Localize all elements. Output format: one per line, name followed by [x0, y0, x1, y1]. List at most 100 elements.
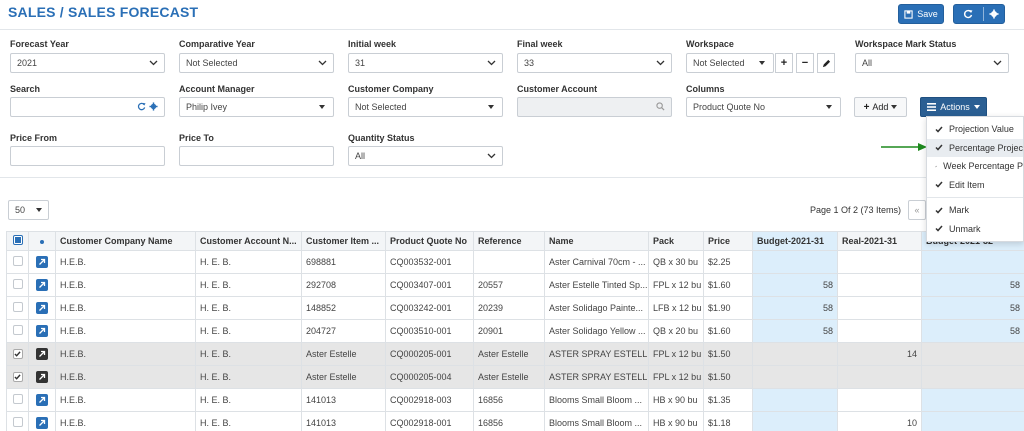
table-row[interactable]: H.E.B. H. E. B. Aster Estelle CQ000205-004 A…: [6, 365, 1024, 389]
final-week-select[interactable]: 33: [517, 53, 672, 73]
edit-row-button[interactable]: [36, 371, 48, 383]
row-select-cell[interactable]: [6, 388, 29, 412]
gear-icon[interactable]: [149, 101, 158, 113]
initial-week-select[interactable]: 31: [348, 53, 503, 73]
cell-real-31[interactable]: 10: [837, 411, 922, 431]
columns-select[interactable]: Product Quote No: [686, 97, 841, 117]
cell-real-31[interactable]: 14: [837, 342, 922, 366]
cell-budget-32[interactable]: [921, 388, 1024, 412]
edit-workspace-button[interactable]: [817, 53, 835, 73]
edit-row-button[interactable]: [36, 417, 48, 429]
row-select-cell[interactable]: [6, 319, 29, 343]
table-row[interactable]: H.E.B. H. E. B. 148852 CQ003242-001 20239 Ast…: [6, 296, 1024, 320]
cell-budget-32[interactable]: 58: [921, 319, 1024, 343]
header-reference[interactable]: Reference: [473, 231, 545, 251]
table-row[interactable]: H.E.B. H. E. B. 204727 CQ003510-001 20901 Ast…: [6, 319, 1024, 343]
cell-real-31[interactable]: [837, 319, 922, 343]
cell-budget-32[interactable]: 58: [921, 296, 1024, 320]
table-row[interactable]: H.E.B. H. E. B. 141013 CQ002918-003 16856 Blo…: [6, 388, 1024, 412]
menu-item-mark[interactable]: Mark: [927, 201, 1023, 220]
cell-budget-31[interactable]: 58: [752, 296, 838, 320]
menu-item-percentage-projection[interactable]: Percentage Projec: [927, 138, 1023, 157]
forecast-year-select[interactable]: 2021: [10, 53, 165, 73]
row-select-cell[interactable]: [6, 296, 29, 320]
row-select-cell[interactable]: [6, 411, 29, 431]
row-edit-cell[interactable]: [28, 296, 56, 320]
header-customer-account-name[interactable]: Customer Account N...: [195, 231, 302, 251]
menu-item-projection-value[interactable]: Projection Value: [927, 120, 1023, 139]
refresh-icon[interactable]: [137, 102, 146, 113]
header-name[interactable]: Name: [544, 231, 649, 251]
select-all-cell[interactable]: [6, 231, 29, 251]
edit-row-button[interactable]: [36, 394, 48, 406]
select-all-checkbox[interactable]: [12, 235, 23, 245]
cell-budget-31[interactable]: 58: [752, 273, 838, 297]
cell-budget-32[interactable]: [921, 365, 1024, 389]
row-checkbox[interactable]: [12, 372, 23, 382]
add-button[interactable]: + Add: [854, 97, 907, 117]
header-budget-2021-31[interactable]: Budget-2021-31: [752, 231, 838, 251]
remove-workspace-button[interactable]: −: [796, 53, 814, 73]
header-customer-company-name[interactable]: Customer Company Name: [55, 231, 196, 251]
cell-budget-31[interactable]: [752, 250, 838, 274]
cell-budget-31[interactable]: [752, 342, 838, 366]
cell-budget-31[interactable]: [752, 388, 838, 412]
save-button[interactable]: Save: [898, 4, 944, 24]
edit-row-button[interactable]: [36, 348, 48, 360]
row-select-cell[interactable]: [6, 273, 29, 297]
edit-row-button[interactable]: [36, 302, 48, 314]
row-select-cell[interactable]: [6, 342, 29, 366]
cell-budget-32[interactable]: [921, 250, 1024, 274]
row-checkbox[interactable]: [12, 325, 23, 335]
row-checkbox[interactable]: [12, 417, 23, 427]
row-edit-cell[interactable]: [28, 411, 56, 431]
cell-budget-32[interactable]: 58: [921, 273, 1024, 297]
edit-row-button[interactable]: [36, 279, 48, 291]
table-row[interactable]: H.E.B. H. E. B. Aster Estelle CQ000205-001 A…: [6, 342, 1024, 366]
cell-real-31[interactable]: [837, 388, 922, 412]
header-real-2021-31[interactable]: Real-2021-31: [837, 231, 922, 251]
row-checkbox[interactable]: [12, 256, 23, 266]
row-edit-cell[interactable]: [28, 388, 56, 412]
table-row[interactable]: H.E.B. H. E. B. 698881 CQ003532-001 Aster Ca…: [6, 250, 1024, 274]
row-select-cell[interactable]: [6, 250, 29, 274]
menu-item-edit-item[interactable]: Edit Item: [927, 176, 1023, 195]
header-pack[interactable]: Pack: [648, 231, 704, 251]
row-edit-cell[interactable]: [28, 342, 56, 366]
row-checkbox[interactable]: [12, 302, 23, 312]
first-page-button[interactable]: «: [908, 200, 926, 220]
row-edit-cell[interactable]: [28, 273, 56, 297]
row-edit-cell[interactable]: [28, 250, 56, 274]
header-price[interactable]: Price: [703, 231, 753, 251]
account-manager-select[interactable]: Philip Ivey: [179, 97, 334, 117]
add-workspace-button[interactable]: +: [775, 53, 793, 73]
edit-row-button[interactable]: [36, 325, 48, 337]
edit-row-button[interactable]: [36, 256, 48, 268]
price-to-input[interactable]: [179, 146, 334, 166]
cell-budget-31[interactable]: [752, 365, 838, 389]
cell-budget-31[interactable]: 58: [752, 319, 838, 343]
gear-icon[interactable]: [984, 9, 1004, 19]
row-select-cell[interactable]: [6, 365, 29, 389]
cell-budget-31[interactable]: [752, 411, 838, 431]
row-checkbox[interactable]: [12, 279, 23, 289]
header-customer-item[interactable]: Customer Item ...: [301, 231, 386, 251]
table-row[interactable]: H.E.B. H. E. B. 141013 CQ002918-001 16856 Blo…: [6, 411, 1024, 431]
menu-item-unmark[interactable]: Unmark: [927, 220, 1023, 239]
row-edit-cell[interactable]: [28, 365, 56, 389]
workspace-mark-status-select[interactable]: All: [855, 53, 1009, 73]
row-checkbox[interactable]: [12, 394, 23, 404]
quantity-status-select[interactable]: All: [348, 146, 503, 166]
price-from-input[interactable]: [10, 146, 165, 166]
cell-real-31[interactable]: [837, 273, 922, 297]
row-edit-cell[interactable]: [28, 319, 56, 343]
customer-account-input[interactable]: [517, 97, 672, 117]
cell-real-31[interactable]: [837, 250, 922, 274]
search-input[interactable]: [10, 97, 165, 117]
actions-button[interactable]: Actions: [920, 97, 987, 117]
menu-item-week-percentage[interactable]: Week Percentage P: [927, 157, 1023, 176]
refresh-icon[interactable]: [954, 9, 983, 19]
workspace-select[interactable]: Not Selected: [686, 53, 774, 73]
page-size-select[interactable]: 50: [8, 200, 49, 220]
cell-real-31[interactable]: [837, 365, 922, 389]
